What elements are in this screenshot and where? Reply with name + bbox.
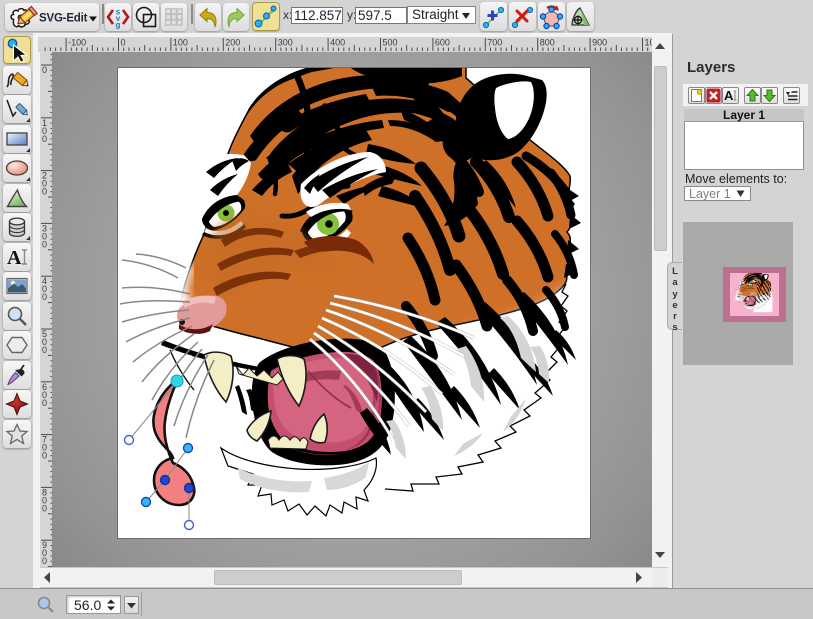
svg-text:700: 700	[487, 38, 502, 48]
svg-text:0: 0	[121, 38, 126, 48]
svg-text:800: 800	[540, 38, 555, 48]
svg-text:0: 0	[42, 503, 47, 513]
svg-text:900: 900	[592, 38, 607, 48]
svg-text:0: 0	[42, 239, 47, 249]
svg-text:A: A	[724, 88, 734, 103]
svg-text:300: 300	[278, 38, 293, 48]
svg-text:200: 200	[225, 38, 240, 48]
svg-text:-100: -100	[68, 38, 86, 48]
svg-text:100: 100	[173, 38, 188, 48]
svg-text:A: A	[7, 247, 22, 269]
svg-text:500: 500	[383, 38, 398, 48]
svg-text:0: 0	[42, 451, 47, 461]
svg-text:0: 0	[42, 345, 47, 355]
svg-text:0: 0	[42, 134, 47, 144]
svg-text:0: 0	[42, 556, 47, 566]
svg-text:1000: 1000	[645, 38, 653, 48]
svg-text:SVG-Edit: SVG-Edit	[39, 13, 88, 25]
svg-text:g: g	[116, 21, 121, 30]
svg-text:600: 600	[435, 38, 450, 48]
svg-text:0: 0	[42, 398, 47, 408]
svg-text:0: 0	[42, 187, 47, 197]
svg-text:0: 0	[42, 292, 47, 302]
svg-text:400: 400	[330, 38, 345, 48]
svg-text:0: 0	[42, 65, 47, 75]
